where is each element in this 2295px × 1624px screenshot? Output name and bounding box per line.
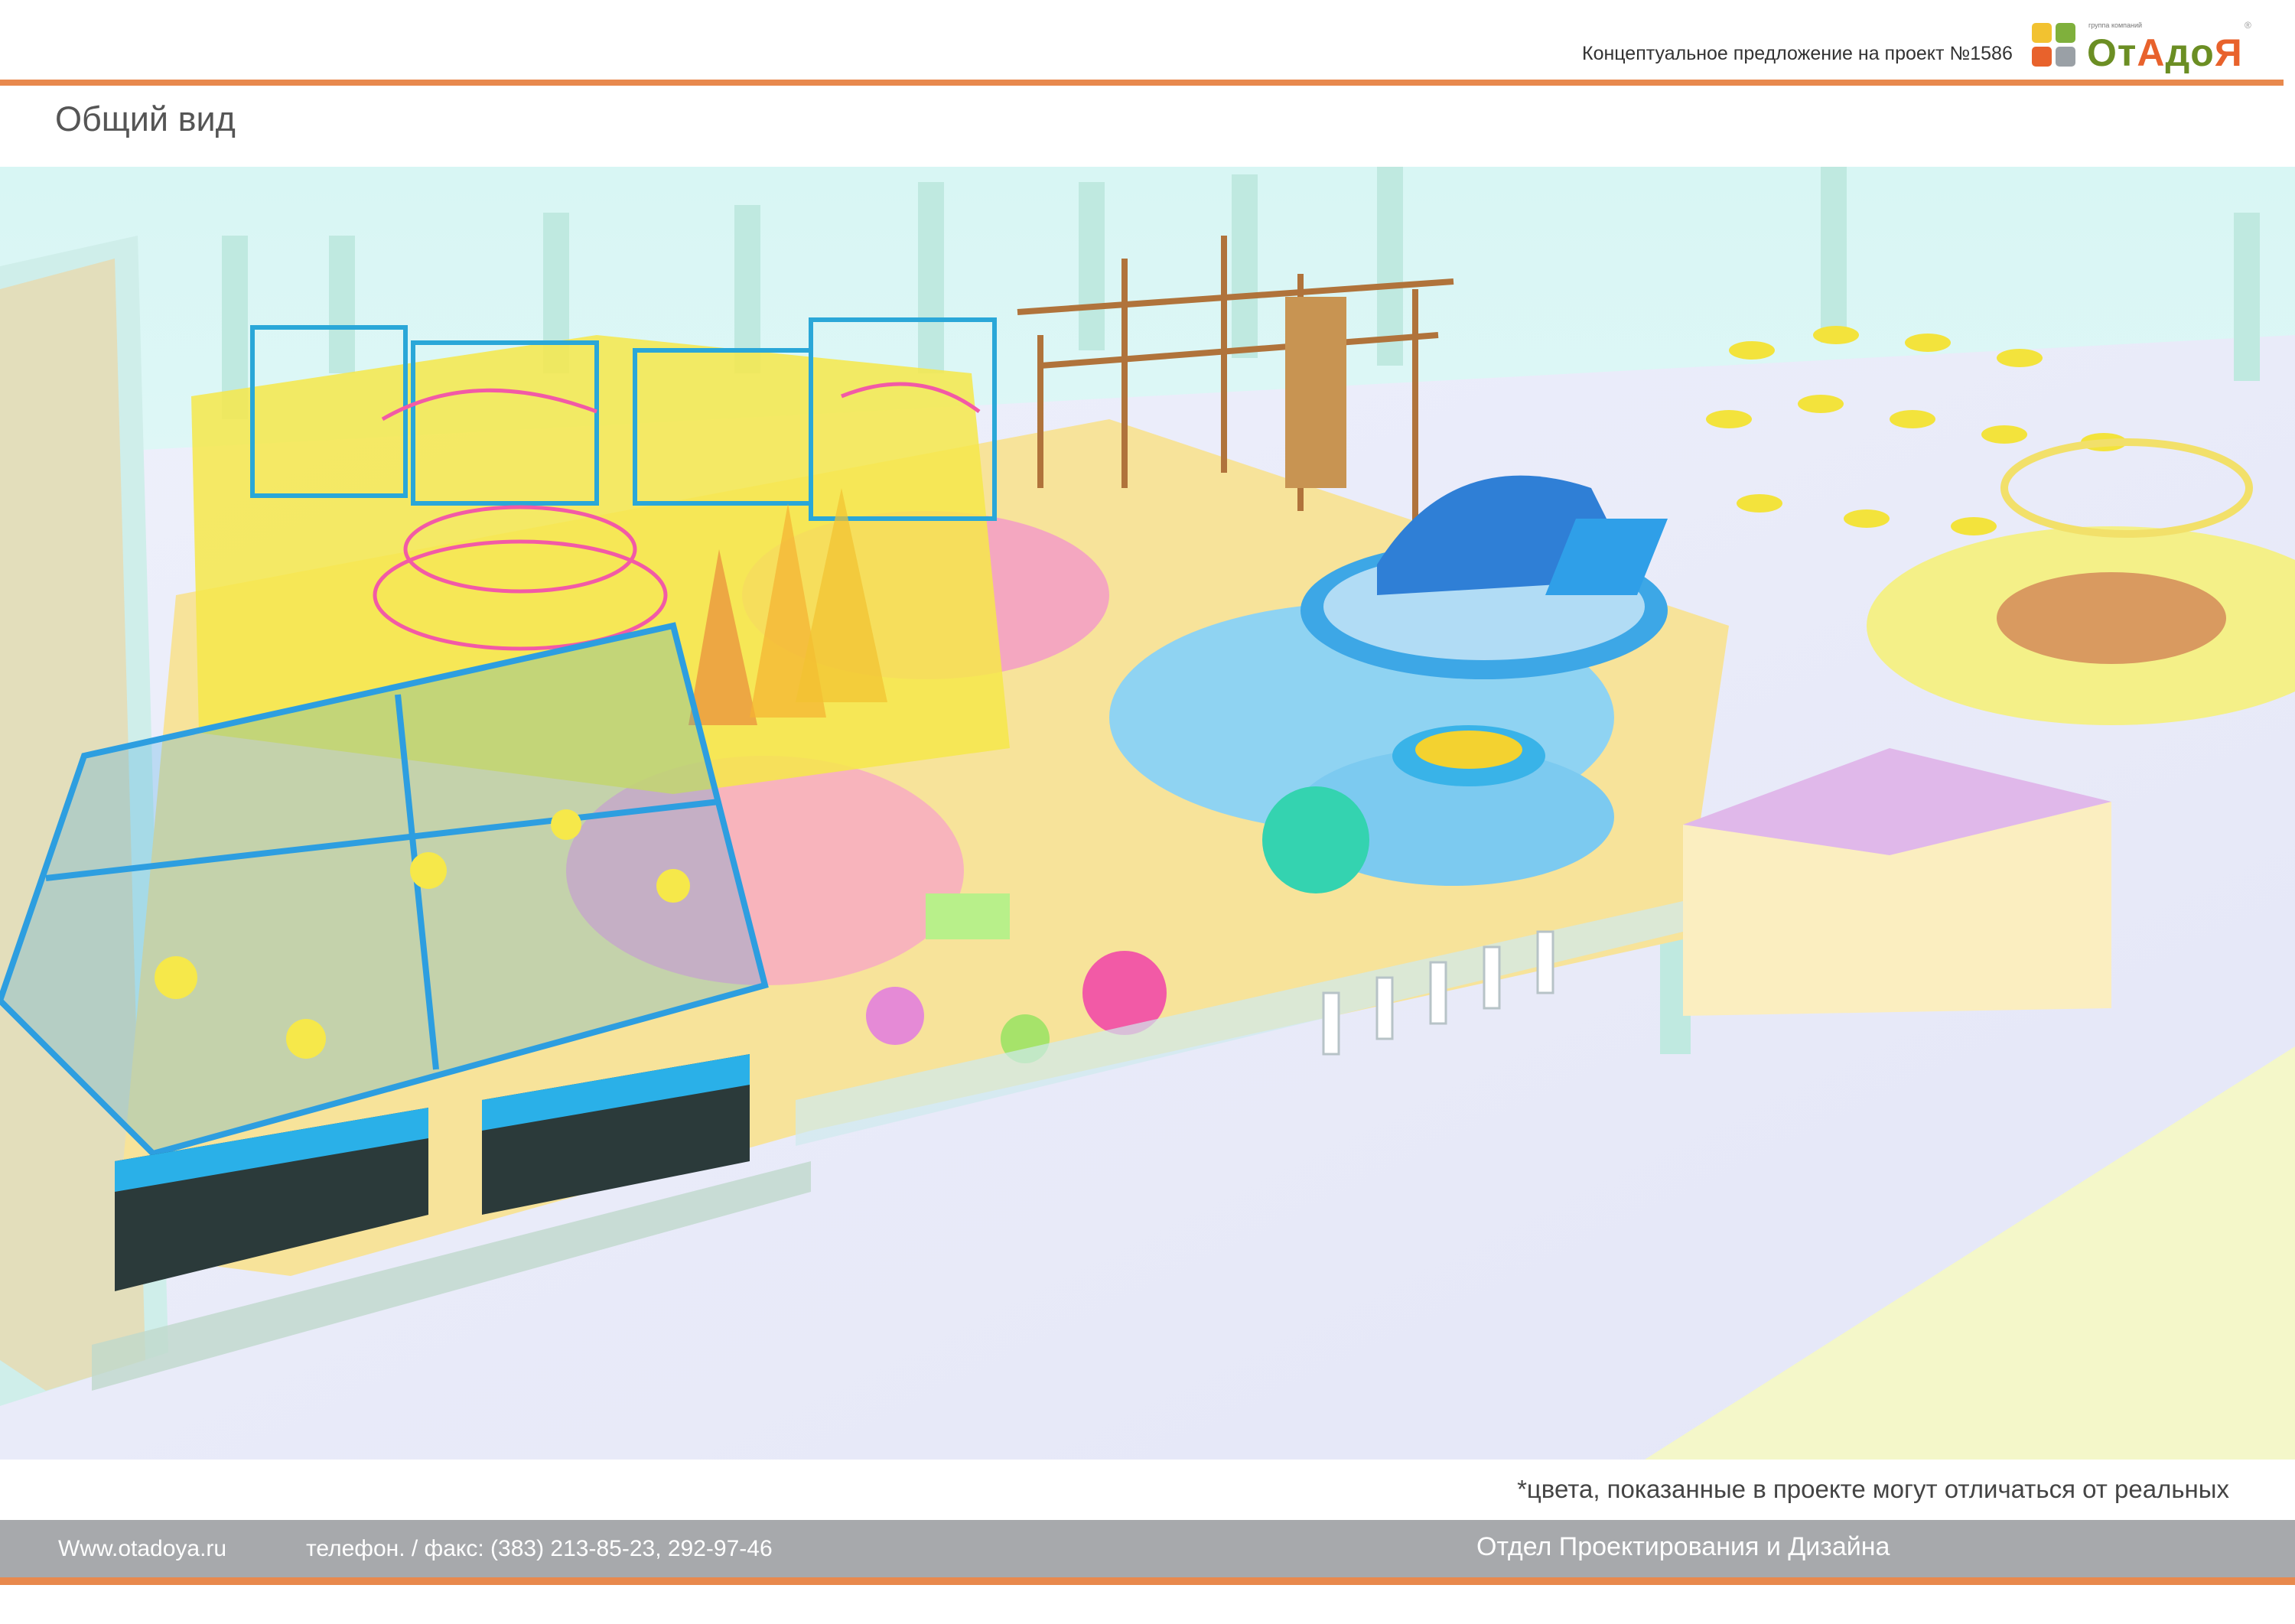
- logo-tiles-icon: [2032, 23, 2076, 67]
- logo-caption: группа компаний: [2088, 21, 2143, 29]
- project-title: Концептуальное предложение на проект №15…: [1582, 43, 2013, 64]
- logo-wordmark: ОтАдоЯ: [2087, 31, 2243, 74]
- footer-website[interactable]: Www.otadoya.ru: [58, 1536, 226, 1562]
- playground-render-image: [0, 167, 2295, 1460]
- footer-phone: телефон. / факс: (383) 213-85-23, 292-97…: [306, 1536, 773, 1561]
- color-disclaimer: *цвета, показанные в проекте могут отлич…: [1517, 1475, 2229, 1503]
- footer-department: Отдел Проектирования и Дизайна: [1476, 1532, 1890, 1561]
- page-title: Общий вид: [55, 99, 236, 138]
- company-logo: группа компаний ОтАдоЯ ®: [2032, 18, 2254, 80]
- header-divider: [0, 80, 2284, 86]
- footer-divider: [0, 1577, 2295, 1585]
- registered-mark-icon: ®: [2245, 20, 2251, 31]
